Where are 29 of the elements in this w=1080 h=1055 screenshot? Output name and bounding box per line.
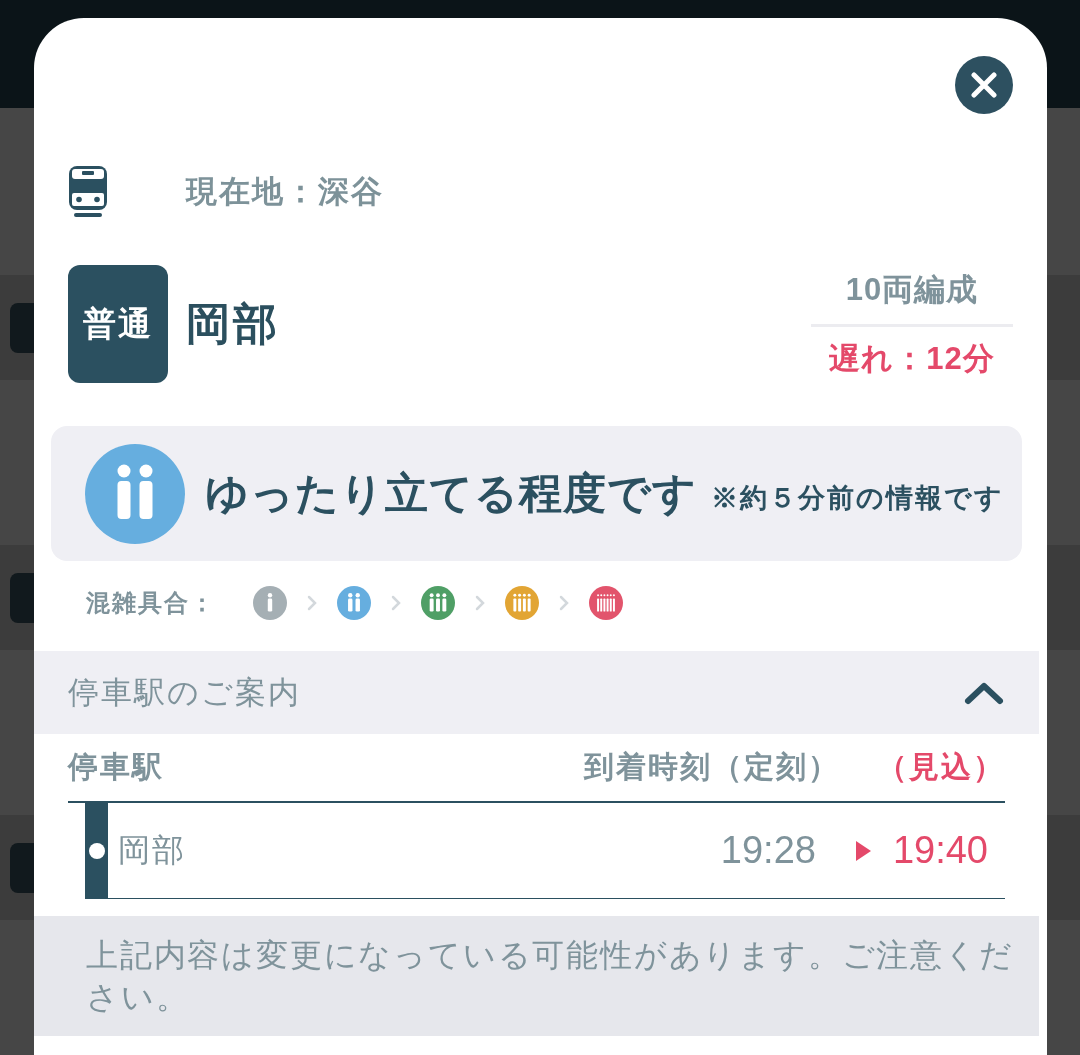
column-header: 到着時刻（定刻） [584, 749, 840, 785]
station-name: 岡部 [118, 830, 187, 870]
train-type-badge: 普通 [68, 265, 168, 383]
notice-panel: 上記内容は変更になっている可能性があります。ご注意ください。 [34, 916, 1039, 1036]
delay-text: 遅れ：12分 [829, 339, 995, 378]
close-icon [971, 72, 997, 98]
stop-dot-icon [88, 843, 105, 859]
crowding-note: ※約５分前の情報です [711, 481, 1004, 515]
chevron-right-icon [475, 595, 485, 611]
row-badge [10, 572, 34, 623]
scheduled-time: 19:28 [720, 829, 816, 872]
crowding-status: ゆったり立てる程度です [205, 467, 697, 519]
chevron-right-icon [559, 595, 569, 611]
row-badge [10, 302, 34, 353]
legend-label: 混雑具合： [86, 588, 217, 618]
right-triangle-icon [855, 840, 871, 861]
chevron-right-icon [307, 595, 317, 611]
train-icon [68, 165, 108, 218]
column-header: （見込） [877, 749, 1005, 785]
chevron-up-icon [964, 680, 1004, 705]
row-badge [10, 842, 34, 893]
car-count: 10両編成 [845, 270, 979, 309]
destination: 岡部 [186, 297, 280, 350]
current-location: 現在地：深谷 [186, 172, 384, 211]
column-header: 停車駅 [68, 749, 165, 785]
close-button[interactable] [955, 56, 1013, 114]
expected-time: 19:40 [892, 829, 988, 872]
stops-toggle[interactable]: 停車駅のご案内 [34, 651, 1039, 734]
chevron-right-icon [391, 595, 401, 611]
